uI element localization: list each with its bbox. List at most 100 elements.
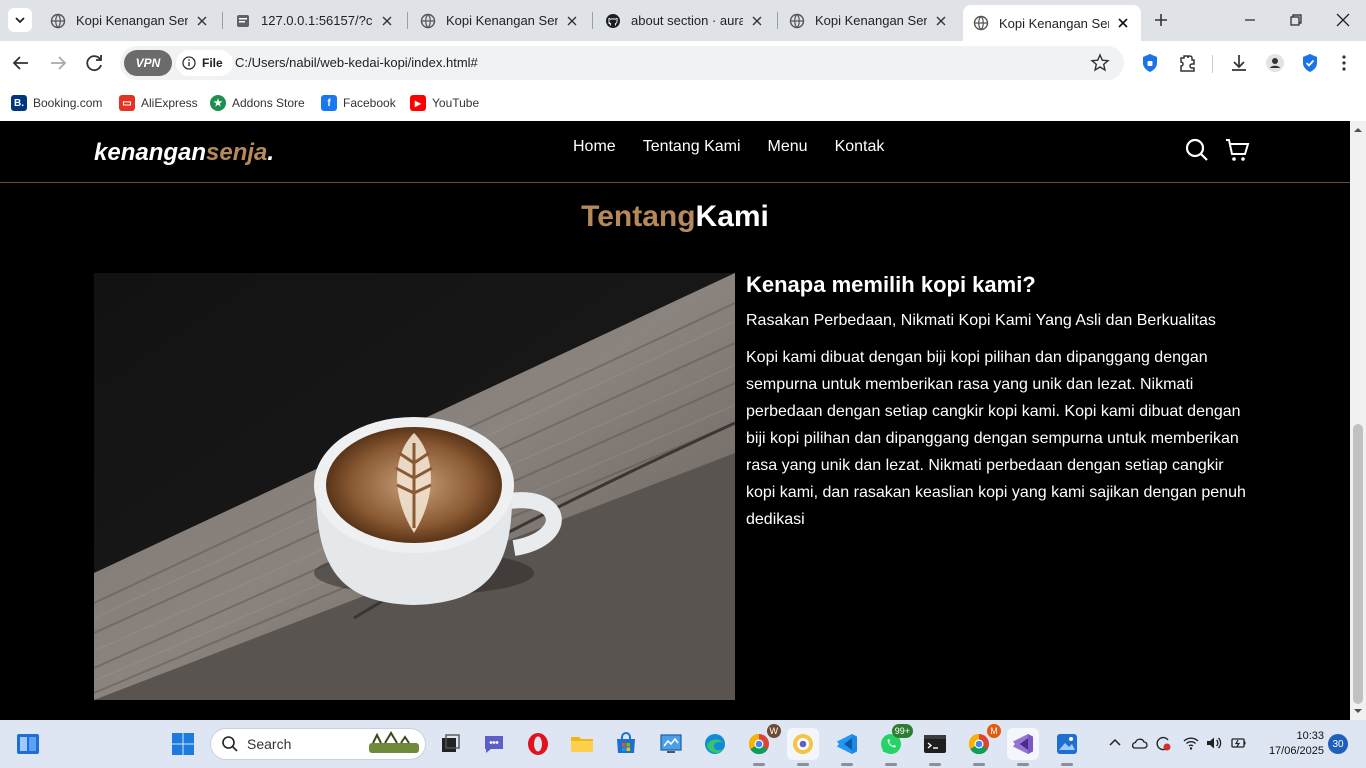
bookmark-addons-store[interactable]: ★ Addons Store <box>210 92 305 114</box>
tab-1[interactable]: Kopi Kenangan Senja <box>40 6 220 35</box>
battery-icon[interactable] <box>1229 734 1247 752</box>
site-info-button[interactable]: File <box>176 50 233 76</box>
volume-icon[interactable] <box>1205 734 1223 752</box>
task-view-button[interactable] <box>434 728 466 760</box>
close-icon[interactable] <box>379 13 395 29</box>
minimize-icon[interactable] <box>1240 10 1260 30</box>
title-accent: Tentang <box>581 200 696 233</box>
widgets-icon <box>17 734 39 754</box>
sync-alert-icon[interactable] <box>1154 734 1172 752</box>
wifi-icon[interactable] <box>1182 734 1200 752</box>
forward-icon[interactable] <box>46 51 70 75</box>
tab-bar: Kopi Kenangan Senja 127.0.0.1:56157/?cod… <box>0 0 1366 41</box>
taskbar-chrome[interactable]: M <box>963 724 1001 766</box>
logo-accent: senja <box>206 139 268 166</box>
download-icon[interactable] <box>1228 52 1250 74</box>
extensions-puzzle-icon[interactable] <box>1176 52 1198 74</box>
taskbar-control-panel[interactable] <box>655 728 687 760</box>
close-icon[interactable] <box>194 13 210 29</box>
tab-title: Kopi Kenangan Senja <box>999 15 1109 31</box>
widgets-button[interactable] <box>12 728 44 760</box>
youtube-icon: ▶ <box>410 95 426 111</box>
search-icon[interactable] <box>1184 137 1210 163</box>
bookmark-aliexpress[interactable]: ▭ AliExpress <box>119 92 198 114</box>
nav-link-about[interactable]: Tentang Kami <box>643 138 741 156</box>
taskbar-visual-studio[interactable] <box>1007 728 1039 766</box>
close-icon[interactable] <box>1115 15 1131 31</box>
site-logo[interactable]: kenangansenja. <box>94 139 274 167</box>
shopping-cart-icon[interactable] <box>1224 137 1250 163</box>
close-window-icon[interactable] <box>1333 10 1353 30</box>
taskbar-opera[interactable] <box>522 728 554 760</box>
scroll-up-arrow-icon[interactable] <box>1354 126 1362 134</box>
bookmark-booking[interactable]: B. Booking.com <box>11 92 102 114</box>
taskbar-chat-app[interactable] <box>478 728 510 760</box>
taskbar-search[interactable]: Search <box>210 728 426 760</box>
bookmark-star-icon[interactable] <box>1090 53 1110 73</box>
bookmark-facebook[interactable]: f Facebook <box>321 92 396 114</box>
tab-6-active[interactable]: Kopi Kenangan Senja <box>963 5 1141 41</box>
tab-5[interactable]: Kopi Kenangan Senja <box>779 6 959 35</box>
vscode-icon <box>837 734 857 754</box>
windows-logo-icon <box>172 733 194 755</box>
url-text[interactable]: C:/Users/nabil/web-kedai-kopi/index.html… <box>235 55 478 70</box>
addons-icon: ★ <box>210 95 226 111</box>
taskbar-browser-active[interactable] <box>787 728 819 766</box>
tab-3[interactable]: Kopi Kenangan Senja <box>410 6 590 35</box>
show-hidden-icons-chevron-icon[interactable] <box>1106 734 1124 752</box>
close-icon[interactable] <box>564 13 580 29</box>
taskbar-terminal[interactable] <box>919 728 951 766</box>
tab-separator <box>777 12 778 29</box>
site-info-label: File <box>202 56 223 70</box>
globe-icon <box>420 13 436 28</box>
tab-2[interactable]: 127.0.0.1:56157/?code <box>225 6 405 35</box>
reload-icon[interactable] <box>82 51 106 75</box>
tab-search-button[interactable] <box>8 8 32 32</box>
browser-toolbar: VPN File C:/Users/nabil/web-kedai-kopi/i… <box>0 41 1366 85</box>
tab-title: Kopi Kenangan Senja <box>446 13 558 28</box>
about-content: Kenapa memilih kopi kami? Rasakan Perbed… <box>746 272 1256 533</box>
scrollbar-thumb[interactable] <box>1353 424 1363 704</box>
page-scrollbar[interactable] <box>1350 121 1366 720</box>
nav-link-home[interactable]: Home <box>573 138 616 156</box>
onedrive-cloud-icon[interactable] <box>1130 734 1148 752</box>
taskbar-vscode[interactable] <box>831 728 863 766</box>
close-icon[interactable] <box>933 13 949 29</box>
address-bar[interactable]: VPN File C:/Users/nabil/web-kedai-kopi/i… <box>120 46 1124 80</box>
taskbar-photos[interactable] <box>1051 728 1083 766</box>
nav-link-contact[interactable]: Kontak <box>835 138 885 156</box>
back-icon[interactable] <box>9 51 33 75</box>
close-icon[interactable] <box>749 13 765 29</box>
notification-count-badge[interactable]: 30 <box>1328 734 1348 754</box>
nav-link-menu[interactable]: Menu <box>768 138 808 156</box>
taskbar-file-explorer[interactable] <box>566 728 598 760</box>
taskbar-edge[interactable] <box>699 728 731 760</box>
about-heading: Kenapa memilih kopi kami? <box>746 272 1036 297</box>
taskbar-clock[interactable]: 10:33 17/06/2025 <box>1258 729 1324 759</box>
taskbar-store[interactable] <box>610 728 642 760</box>
photos-icon <box>1057 734 1077 754</box>
profile-badge: M <box>987 724 1001 738</box>
start-button[interactable] <box>167 728 199 760</box>
shield-extension-icon[interactable] <box>1139 52 1161 74</box>
scroll-down-arrow-icon[interactable] <box>1354 707 1362 715</box>
browser-active-icon <box>793 734 813 754</box>
new-tab-icon[interactable] <box>1151 10 1171 30</box>
store-icon <box>617 732 635 753</box>
security-check-icon[interactable] <box>1299 52 1321 74</box>
opera-icon <box>528 733 548 755</box>
tab-4[interactable]: about section · auraw <box>595 6 775 35</box>
taskbar-chrome-profile[interactable]: W <box>743 724 781 766</box>
about-lead: Rasakan Perbedaan, Nikmati Kopi Kami Yan… <box>746 312 1216 329</box>
profile-avatar-icon[interactable] <box>1264 52 1286 74</box>
taskbar-whatsapp[interactable]: 99+ <box>875 724 913 766</box>
visual-studio-icon <box>1013 734 1033 754</box>
vpn-button[interactable]: VPN <box>124 50 172 76</box>
search-highlight-icon <box>369 731 419 753</box>
tab-separator <box>407 12 408 29</box>
globe-icon <box>50 13 66 28</box>
control-panel-icon <box>660 734 682 753</box>
more-menu-icon[interactable] <box>1333 52 1355 74</box>
restore-icon[interactable] <box>1286 10 1306 30</box>
bookmark-youtube[interactable]: ▶ YouTube <box>410 92 479 114</box>
